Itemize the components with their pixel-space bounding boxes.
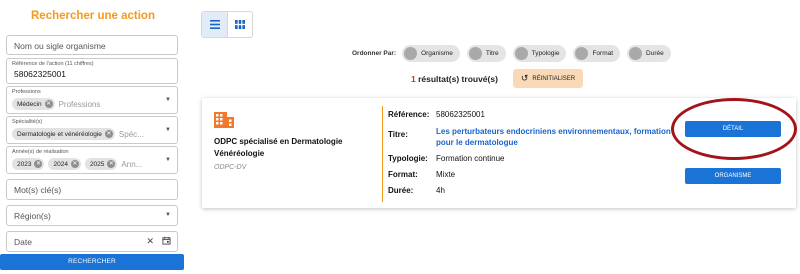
sort-chip-typologie[interactable]: Typologie bbox=[512, 45, 567, 62]
search-sidebar: Rechercher une action Nom ou sigle organ… bbox=[0, 0, 186, 274]
chevron-down-icon[interactable]: ▼ bbox=[165, 212, 171, 218]
sort-chip-duree[interactable]: Durée bbox=[627, 45, 671, 62]
search-button[interactable]: RECHERCHER bbox=[0, 254, 184, 270]
sidebar-title: Rechercher une action bbox=[31, 10, 155, 22]
organisme-placeholder: Nom ou sigle organisme bbox=[14, 41, 106, 51]
remove-chip-icon[interactable]: ✕ bbox=[104, 130, 113, 138]
sort-bar: Ordonner Par: Organisme Titre Typologie … bbox=[352, 45, 678, 62]
reference-label: Référence de l'action (11 chiffres) bbox=[12, 61, 94, 67]
reset-button[interactable]: ↺ RÉINITIALISER bbox=[513, 69, 583, 88]
calendar-icon[interactable] bbox=[162, 236, 171, 247]
list-view-button[interactable] bbox=[202, 12, 227, 37]
specialites-placeholder: Spéc... bbox=[118, 129, 144, 139]
chevron-down-icon[interactable]: ▼ bbox=[165, 97, 171, 103]
organisme-name: ODPC spécialisé en Dermatologie Vénéréol… bbox=[214, 137, 343, 158]
list-icon bbox=[209, 16, 220, 34]
remove-chip-icon[interactable]: ✕ bbox=[34, 160, 43, 168]
sort-chip-organisme[interactable]: Organisme bbox=[402, 45, 460, 62]
grid-icon bbox=[235, 16, 245, 34]
organisme-code: ODPC-DV bbox=[214, 164, 247, 171]
radio-icon bbox=[629, 47, 643, 60]
keywords-input[interactable]: Mot(s) clé(s) bbox=[6, 179, 178, 200]
remove-chip-icon[interactable]: ✕ bbox=[107, 160, 116, 168]
annee-chip[interactable]: 2025 ✕ bbox=[84, 158, 118, 170]
annee-chip[interactable]: 2024 ✕ bbox=[48, 158, 81, 170]
divider bbox=[382, 106, 383, 202]
professions-placeholder: Professions bbox=[58, 99, 101, 109]
results-count: 1 résultat(s) trouvé(s) bbox=[411, 74, 498, 84]
annee-chip[interactable]: 2023 ✕ bbox=[12, 158, 45, 170]
chevron-down-icon[interactable]: ▼ bbox=[165, 127, 171, 133]
region-select[interactable]: Région(s) ▼ bbox=[6, 205, 178, 226]
titre-link[interactable]: Les perturbateurs endocriniens environne… bbox=[436, 126, 676, 148]
sort-chip-format[interactable]: Format bbox=[573, 45, 621, 62]
specialite-chip[interactable]: Dermatologie et vénéréologie ✕ bbox=[12, 128, 115, 140]
refresh-icon: ↺ bbox=[520, 73, 529, 83]
organisme-button[interactable]: ORGANISME bbox=[685, 168, 781, 184]
professions-select[interactable]: Professions Médecin ✕ Professions ▼ bbox=[6, 86, 178, 114]
radio-icon bbox=[575, 47, 589, 60]
view-toggle bbox=[201, 11, 253, 38]
date-placeholder: Date bbox=[14, 237, 32, 247]
remove-chip-icon[interactable]: ✕ bbox=[44, 100, 53, 108]
keywords-placeholder: Mot(s) clé(s) bbox=[14, 185, 62, 195]
detail-button[interactable]: DÉTAIL bbox=[685, 121, 781, 137]
radio-icon bbox=[514, 47, 528, 60]
professions-label: Professions bbox=[12, 89, 41, 95]
sort-chip-titre[interactable]: Titre bbox=[466, 45, 506, 62]
result-card: ODPC spécialisé en Dermatologie Vénéréol… bbox=[202, 98, 796, 208]
radio-icon bbox=[404, 47, 418, 60]
profession-chip[interactable]: Médecin ✕ bbox=[12, 98, 55, 110]
grid-view-button[interactable] bbox=[227, 12, 252, 37]
specialites-label: Spécialité(s) bbox=[12, 119, 43, 125]
radio-icon bbox=[468, 47, 482, 60]
annees-placeholder: Ann... bbox=[121, 159, 143, 169]
reference-input[interactable]: Référence de l'action (11 chiffres) 5806… bbox=[6, 58, 178, 84]
building-icon bbox=[214, 110, 234, 133]
organisme-input[interactable]: Nom ou sigle organisme bbox=[6, 35, 178, 55]
reference-value: 58062325001 bbox=[14, 69, 67, 79]
chevron-down-icon[interactable]: ▼ bbox=[165, 157, 171, 163]
remove-chip-icon[interactable]: ✕ bbox=[70, 160, 79, 168]
clear-icon[interactable]: ✕ bbox=[146, 236, 154, 247]
annees-label: Année(s) de réalisation bbox=[12, 149, 69, 155]
specialites-select[interactable]: Spécialité(s) Dermatologie et vénéréolog… bbox=[6, 116, 178, 144]
annees-select[interactable]: Année(s) de réalisation 2023 ✕ 2024 ✕ 2025… bbox=[6, 146, 178, 174]
date-input[interactable]: Date ✕ bbox=[6, 231, 178, 252]
sort-label: Ordonner Par: bbox=[352, 50, 397, 57]
region-placeholder: Région(s) bbox=[14, 211, 51, 221]
